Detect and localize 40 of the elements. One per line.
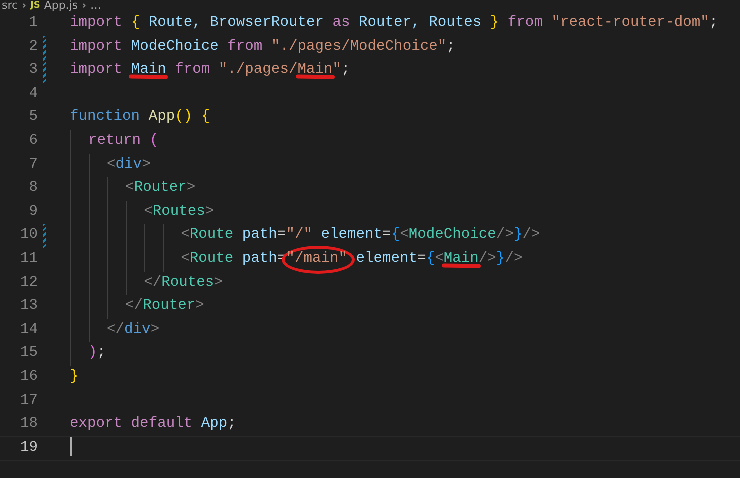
- line-number: 19: [19, 438, 38, 458]
- code-line: import ModeChoice from "./pages/ModeChoice";: [70, 38, 456, 57]
- code-line: }: [70, 368, 79, 387]
- line-number: 17: [19, 392, 38, 410]
- line-number: 10: [19, 226, 38, 246]
- line-number: 2: [28, 38, 38, 57]
- code-line: </Router>: [70, 295, 204, 319]
- line-number: 13: [19, 297, 38, 316]
- code-line: );: [70, 342, 106, 366]
- breadcrumb-folder[interactable]: src: [2, 0, 18, 12]
- line-number: 7: [28, 156, 38, 175]
- file-type-icon: JS: [30, 0, 40, 12]
- breadcrumb-file[interactable]: App.js: [44, 0, 78, 12]
- line-number: 5: [28, 108, 38, 128]
- line-number: 3: [28, 61, 38, 80]
- line-number: 8: [28, 179, 38, 198]
- line-number: 15: [19, 344, 38, 364]
- code-line: </div>: [70, 318, 160, 342]
- code-line: <div>: [70, 154, 151, 178]
- code-line: </Routes>: [70, 272, 223, 296]
- breadcrumb-more[interactable]: …: [90, 0, 102, 12]
- line-number: 11: [19, 250, 38, 269]
- chevron-icon: ›: [82, 0, 86, 12]
- code-line: return (: [70, 130, 159, 154]
- code-line: <Route path="/" element={<ModeChoice/>}/>: [70, 224, 540, 248]
- code-line: import { Route, BrowserRouter as Router, Routes } from "react-router-dom";: [70, 14, 718, 33]
- line-number: 6: [28, 132, 38, 151]
- code-line: <Router>: [70, 177, 196, 201]
- code-line: export default App;: [70, 415, 236, 434]
- line-number: 4: [28, 84, 38, 104]
- code-line: function App() {: [70, 108, 210, 128]
- code-line: import Main from "./pages/Main";: [70, 61, 350, 82]
- code-line: <Routes>: [70, 200, 214, 224]
- line-number: 14: [19, 320, 38, 340]
- line-number: 12: [19, 274, 38, 293]
- chevron-icon: ›: [22, 0, 26, 12]
- line-number: 9: [28, 202, 38, 222]
- line-number: 1: [28, 14, 38, 33]
- line-number: 18: [19, 415, 38, 434]
- line-number: 16: [19, 368, 38, 387]
